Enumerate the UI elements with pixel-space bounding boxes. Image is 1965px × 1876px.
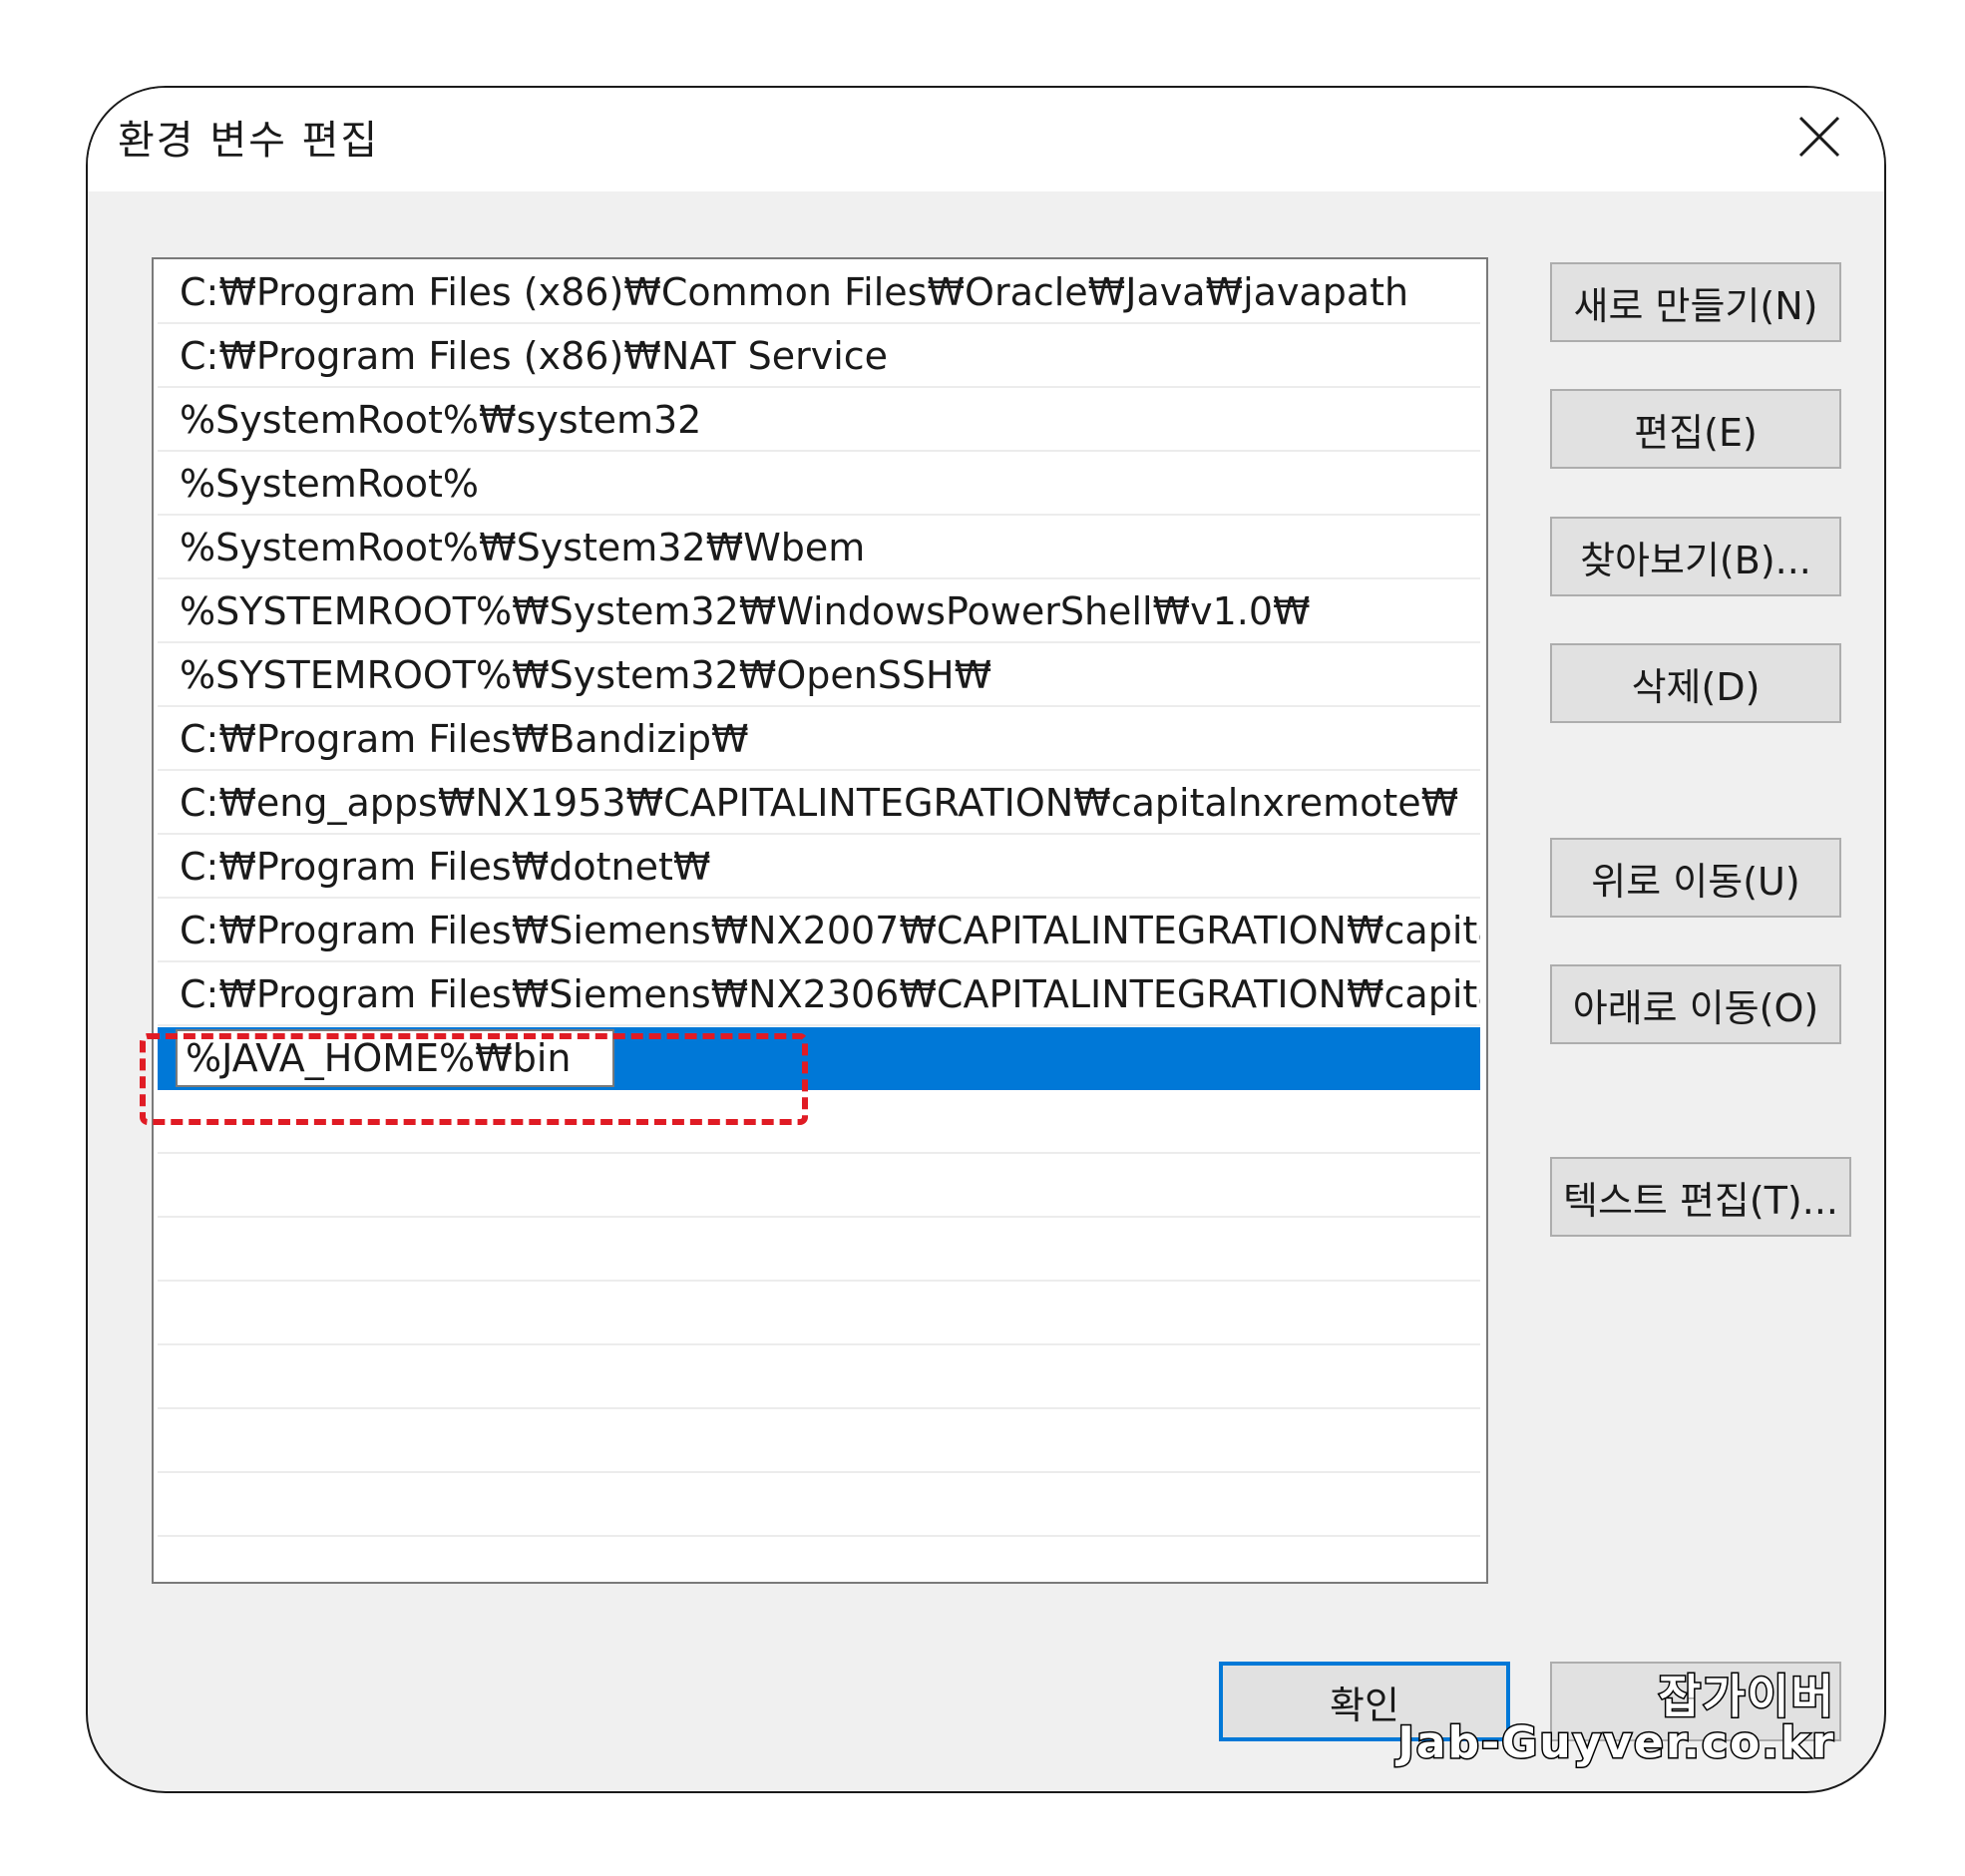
list-item-selected[interactable]: %JAVA_HOME%₩bin [158,1027,1480,1090]
watermark: 잡가이버 Jab-Guyver.co.kr [1396,1669,1835,1768]
list-item-empty [158,1346,1480,1409]
list-item-empty [158,1283,1480,1345]
list-item-empty [158,1474,1480,1537]
path-list[interactable]: C:₩Program Files (x86)₩Common Files₩Orac… [152,257,1488,1584]
list-item[interactable]: C:₩Program Files₩Siemens₩NX2007₩CAPITALI… [158,900,1480,962]
list-item[interactable]: %SystemRoot% [158,453,1480,516]
list-item-empty [158,1410,1480,1473]
delete-button[interactable]: 삭제(D) [1550,643,1841,723]
watermark-name: 잡가이버 [1657,1669,1835,1723]
path-edit-input[interactable]: %JAVA_HOME%₩bin [176,1029,614,1087]
list-item[interactable]: C:₩eng_apps₩NX1953₩CAPITALINTEGRATION₩ca… [158,772,1480,835]
move-up-button[interactable]: 위로 이동(U) [1550,838,1841,918]
list-item[interactable]: C:₩Program Files (x86)₩NAT Service [158,325,1480,388]
edit-text-button[interactable]: 텍스트 편집(T)... [1550,1157,1851,1237]
watermark-url: Jab-Guyver.co.kr [1396,1716,1835,1768]
list-item[interactable]: %SystemRoot%₩system32 [158,389,1480,452]
list-item[interactable]: %SYSTEMROOT%₩System32₩WindowsPowerShell₩… [158,580,1480,643]
list-item[interactable]: C:₩Program Files₩Bandizip₩ [158,708,1480,771]
list-item[interactable]: %SYSTEMROOT%₩System32₩OpenSSH₩ [158,644,1480,707]
dialog-title: 환경 변수 편집 [118,118,380,164]
list-item[interactable]: %SystemRoot%₩System32₩Wbem [158,517,1480,579]
edit-environment-variable-dialog: 환경 변수 편집 C:₩Program Files (x86)₩Common F… [86,86,1886,1793]
browse-button[interactable]: 찾아보기(B)... [1550,517,1841,596]
close-icon[interactable] [1796,114,1842,160]
list-item[interactable]: C:₩Program Files₩Siemens₩NX2306₩CAPITALI… [158,963,1480,1026]
move-down-button[interactable]: 아래로 이동(O) [1550,964,1841,1044]
title-bar: 환경 변수 편집 [88,88,1884,191]
list-item-empty [158,1091,1480,1154]
new-button[interactable]: 새로 만들기(N) [1550,262,1841,342]
list-item[interactable]: C:₩Program Files₩dotnet₩ [158,836,1480,899]
list-item[interactable]: C:₩Program Files (x86)₩Common Files₩Orac… [158,261,1480,324]
list-item-empty [158,1155,1480,1218]
list-item-empty [158,1219,1480,1282]
edit-button[interactable]: 편집(E) [1550,389,1841,469]
